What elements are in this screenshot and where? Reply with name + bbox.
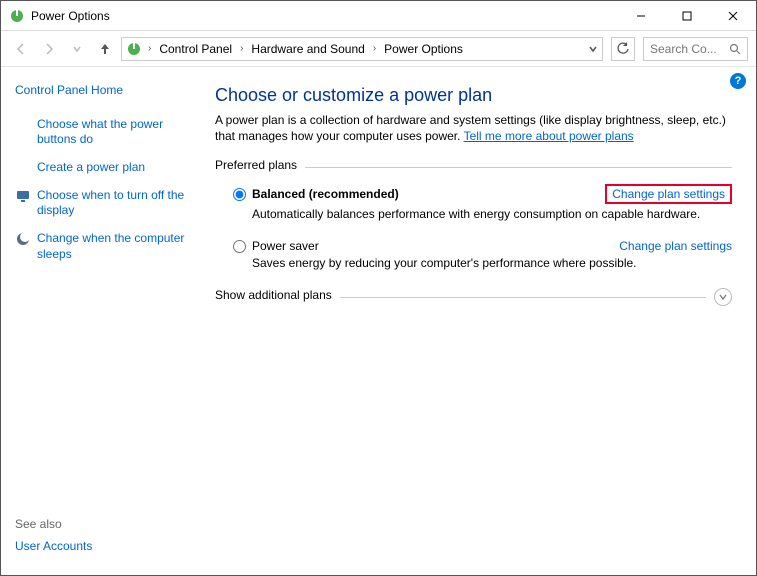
turnoff-display-link[interactable]: Choose when to turn off the display — [37, 188, 187, 219]
window-title: Power Options — [31, 9, 618, 23]
power-options-breadcrumb-icon — [126, 41, 142, 57]
computer-sleeps-link[interactable]: Change when the computer sleeps — [37, 231, 187, 262]
breadcrumb-hardware-sound[interactable]: Hardware and Sound — [247, 42, 368, 56]
refresh-button[interactable] — [611, 37, 635, 61]
search-placeholder: Search Co... — [650, 42, 717, 56]
create-power-plan-link[interactable]: Create a power plan — [37, 160, 145, 176]
power-saver-label[interactable]: Power saver — [252, 239, 319, 253]
balanced-change-settings-link[interactable]: Change plan settings — [605, 184, 732, 204]
sidebar: Control Panel Home Choose what the power… — [1, 67, 201, 575]
search-icon — [729, 43, 741, 55]
power-saver-change-settings-link[interactable]: Change plan settings — [619, 239, 732, 253]
sidebar-item-create-plan: Create a power plan — [15, 160, 187, 176]
chevron-right-icon[interactable]: › — [238, 43, 245, 54]
power-options-icon — [9, 8, 25, 24]
breadcrumb-control-panel[interactable]: Control Panel — [155, 42, 236, 56]
divider — [305, 167, 732, 168]
sidebar-item-turnoff-display: Choose when to turn off the display — [15, 188, 187, 219]
main-content: ? Choose or customize a power plan A pow… — [201, 67, 756, 575]
show-additional-plans-label: Show additional plans — [215, 288, 332, 302]
maximize-button[interactable] — [664, 1, 710, 30]
help-icon[interactable]: ? — [730, 73, 746, 89]
navigation-bar: › Control Panel › Hardware and Sound › P… — [1, 31, 756, 67]
plan-power-saver: Power saver Change plan settings Saves e… — [233, 239, 732, 270]
breadcrumb-power-options[interactable]: Power Options — [380, 42, 467, 56]
preferred-plans-label: Preferred plans — [215, 158, 297, 172]
control-panel-home-link[interactable]: Control Panel Home — [15, 83, 187, 99]
expand-chevron-icon[interactable] — [714, 288, 732, 306]
blank-icon — [15, 160, 31, 176]
sidebar-item-power-buttons: Choose what the power buttons do — [15, 117, 187, 148]
divider — [340, 297, 706, 298]
power-saver-desc: Saves energy by reducing your computer's… — [252, 256, 732, 270]
chevron-right-icon[interactable]: › — [146, 43, 153, 54]
plan-balanced: Balanced (recommended) Change plan setti… — [233, 184, 732, 221]
balanced-radio[interactable] — [233, 188, 246, 201]
balanced-label[interactable]: Balanced (recommended) — [252, 187, 399, 201]
monitor-icon — [15, 188, 31, 204]
blank-icon — [15, 117, 31, 133]
choose-power-buttons-link[interactable]: Choose what the power buttons do — [37, 117, 187, 148]
content-body: Control Panel Home Choose what the power… — [1, 67, 756, 575]
recent-dropdown[interactable] — [65, 37, 89, 61]
breadcrumb[interactable]: › Control Panel › Hardware and Sound › P… — [121, 37, 603, 61]
show-additional-plans-row[interactable]: Show additional plans — [215, 288, 732, 306]
see-also-label: See also — [15, 517, 62, 531]
chevron-right-icon[interactable]: › — [371, 43, 378, 54]
titlebar: Power Options — [1, 1, 756, 31]
close-button[interactable] — [710, 1, 756, 30]
up-button[interactable] — [93, 37, 117, 61]
balanced-desc: Automatically balances performance with … — [252, 207, 732, 221]
chevron-down-icon[interactable] — [588, 44, 598, 54]
back-button[interactable] — [9, 37, 33, 61]
user-accounts-link[interactable]: User Accounts — [15, 539, 92, 555]
tell-me-more-link[interactable]: Tell me more about power plans — [464, 129, 634, 143]
power-saver-radio[interactable] — [233, 240, 246, 253]
page-description: A power plan is a collection of hardware… — [215, 112, 732, 144]
minimize-button[interactable] — [618, 1, 664, 30]
page-title: Choose or customize a power plan — [215, 85, 732, 106]
preferred-plans-header: Preferred plans — [215, 158, 732, 176]
search-input[interactable]: Search Co... — [643, 37, 748, 61]
sidebar-item-computer-sleeps: Change when the computer sleeps — [15, 231, 187, 262]
forward-button[interactable] — [37, 37, 61, 61]
moon-icon — [15, 231, 31, 247]
window-controls — [618, 1, 756, 30]
